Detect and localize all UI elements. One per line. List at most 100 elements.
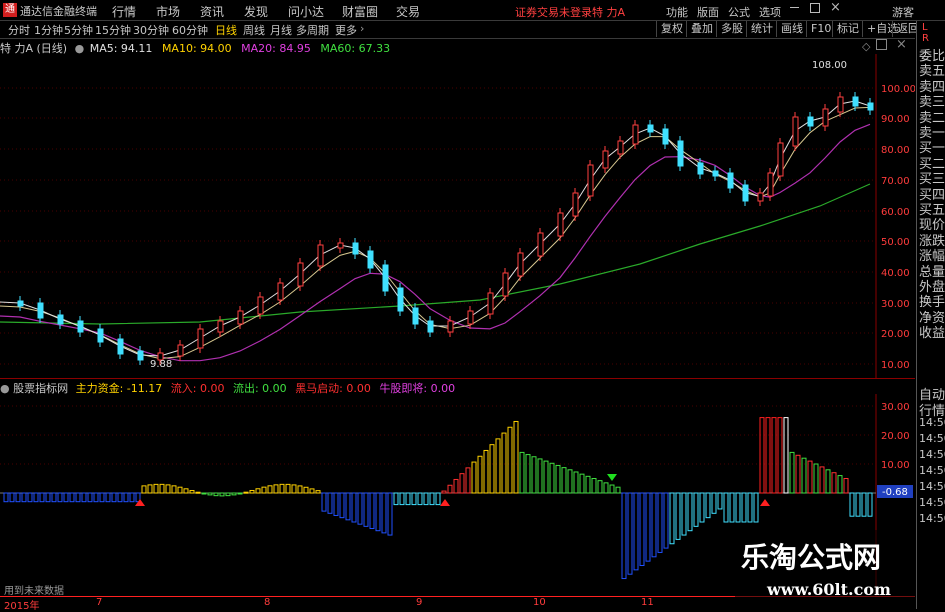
indicator-bar xyxy=(549,462,555,494)
candle xyxy=(677,140,684,167)
menu-wenxiaoda[interactable]: 问小达 xyxy=(288,3,324,20)
indicator-bar xyxy=(471,461,477,494)
period-60min[interactable]: 60分钟 xyxy=(172,22,208,38)
tool-duogu[interactable]: 多股 xyxy=(716,21,747,37)
future-data-note: 用到未来数据 xyxy=(4,586,64,597)
candle xyxy=(852,96,859,107)
candle xyxy=(382,264,389,292)
candle xyxy=(557,212,564,237)
indicator-bar xyxy=(339,492,345,519)
tool-huaxian[interactable]: 画线 xyxy=(776,21,807,37)
indicator-bar xyxy=(57,492,63,503)
menu-gongshi[interactable]: 公式 xyxy=(728,4,750,20)
candle xyxy=(412,307,419,325)
sidebar-sub-item[interactable]: 14:50 xyxy=(919,496,945,509)
sidebar-sub-item[interactable]: 14:50 xyxy=(919,464,945,477)
indicator-bar xyxy=(123,492,129,503)
indicator-bar xyxy=(435,492,441,506)
tool-fuquan[interactable]: 复权 xyxy=(656,21,687,37)
candle xyxy=(632,124,639,145)
candle xyxy=(447,320,454,333)
login-status[interactable]: 证券交易未登录 xyxy=(515,4,592,20)
maximize-icon[interactable] xyxy=(810,3,820,13)
indicator-bar xyxy=(825,469,831,494)
candle xyxy=(742,184,749,202)
indicator-bar xyxy=(63,492,69,503)
chevron-right-icon[interactable]: › xyxy=(360,22,364,35)
sidebar-letter-r[interactable]: R xyxy=(922,33,929,44)
candle xyxy=(197,328,204,349)
period-15min[interactable]: 15分钟 xyxy=(95,22,131,38)
indicator-bar xyxy=(129,492,135,503)
guest-label[interactable]: 游客 xyxy=(892,4,914,20)
indicator-bar xyxy=(15,492,21,503)
indicator-bar xyxy=(801,457,807,494)
indicator-bar xyxy=(141,485,147,494)
indicator-current-value: -0.68 xyxy=(882,487,908,498)
indicator-bar xyxy=(291,484,297,494)
menu-hangqing[interactable]: 行情 xyxy=(112,3,136,20)
minimize-icon[interactable] xyxy=(790,7,799,8)
indicator-bar xyxy=(411,492,417,506)
sidebar-sub-item[interactable]: 14:50 xyxy=(919,512,945,525)
y-tick-label: 70.00 xyxy=(881,176,910,187)
close-icon[interactable]: × xyxy=(830,0,841,15)
indicator-bar xyxy=(531,456,537,494)
menu-zixun[interactable]: 资讯 xyxy=(200,3,224,20)
sidebar-letter-l[interactable]: L xyxy=(922,22,928,33)
period-multi[interactable]: 多周期 xyxy=(296,22,329,38)
indicator-bar xyxy=(747,492,753,523)
buy-signal-icon xyxy=(760,499,770,506)
indicator-bar xyxy=(249,489,255,494)
sidebar-sub-item[interactable]: 14:50 xyxy=(919,432,945,445)
tool-f10[interactable]: F10 xyxy=(806,21,835,37)
indicator-bar xyxy=(429,492,435,506)
indicator-bar xyxy=(627,492,633,575)
menu-xuanxiang[interactable]: 选项 xyxy=(759,4,781,20)
sidebar-sub-item[interactable]: 14:50 xyxy=(919,480,945,493)
tool-tongji[interactable]: 统计 xyxy=(746,21,777,37)
candle xyxy=(137,350,144,361)
candle xyxy=(297,262,304,287)
indicator-bar xyxy=(543,460,549,494)
period-fenshi[interactable]: 分时 xyxy=(8,22,30,38)
menu-shichang[interactable]: 市场 xyxy=(156,3,180,20)
candle xyxy=(647,124,654,133)
indicator-bar xyxy=(741,492,747,523)
sidebar-sub-item[interactable]: 14:50 xyxy=(919,448,945,461)
indicator-bar xyxy=(789,451,795,494)
candle xyxy=(867,102,874,111)
indicator-bar xyxy=(657,492,663,553)
tool-diejia[interactable]: 叠加 xyxy=(686,21,717,37)
period-monthly[interactable]: 月线 xyxy=(270,22,292,38)
indicator-bar xyxy=(237,492,243,495)
y-tick-label: 100.00 xyxy=(881,84,915,95)
sidebar-item[interactable]: 收益 xyxy=(919,322,945,341)
indicator-bar xyxy=(189,490,195,494)
indicator-bar xyxy=(297,485,303,494)
indicator-bar xyxy=(201,492,207,495)
indicator-bar xyxy=(669,492,675,545)
menu-caifuquan[interactable]: 财富圈 xyxy=(342,3,378,20)
menu-gongneng[interactable]: 功能 xyxy=(666,4,688,20)
period-weekly[interactable]: 周线 xyxy=(243,22,265,38)
period-more[interactable]: 更多 xyxy=(335,22,357,38)
tool-biaoji[interactable]: 标记 xyxy=(832,21,863,37)
period-5min[interactable]: 5分钟 xyxy=(64,22,93,38)
window-maximize-icon[interactable] xyxy=(876,39,887,50)
indicator-bar xyxy=(207,492,213,496)
kline-chart[interactable]: 100.00 90.00 80.00 70.00 60.00 50.00 40.00 30.0… xyxy=(0,54,915,378)
period-30min[interactable]: 30分钟 xyxy=(133,22,169,38)
indicator-bar xyxy=(675,492,681,540)
diamond-icon[interactable]: ◇ xyxy=(862,40,870,53)
period-daily[interactable]: 日线 xyxy=(215,22,237,38)
candle xyxy=(602,150,609,169)
sidebar-sub-item[interactable]: 14:50 xyxy=(919,416,945,429)
menu-faxian[interactable]: 发现 xyxy=(244,3,268,20)
candle xyxy=(37,302,44,319)
period-1min[interactable]: 1分钟 xyxy=(34,22,63,38)
candle xyxy=(517,252,524,277)
panel-close-icon[interactable]: × xyxy=(896,37,907,52)
menu-jiaoyi[interactable]: 交易 xyxy=(396,3,420,20)
menu-banmian[interactable]: 版面 xyxy=(697,4,719,20)
